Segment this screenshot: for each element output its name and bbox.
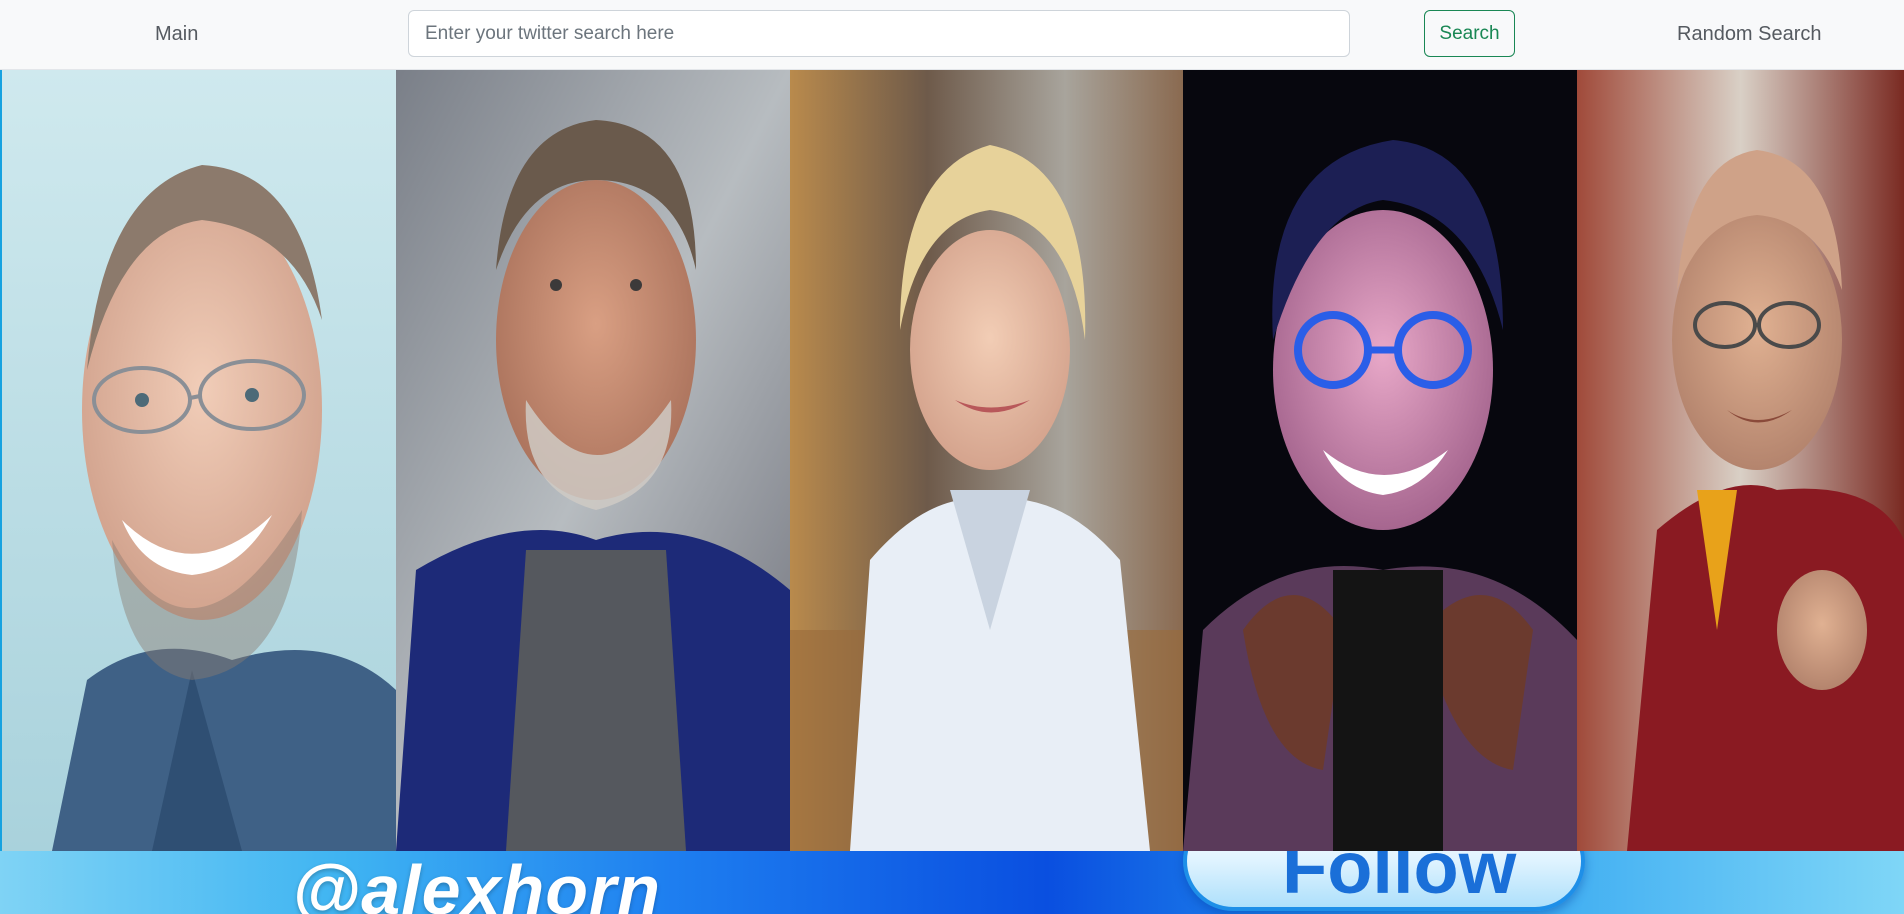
search-button[interactable]: Search [1424, 10, 1515, 57]
portrait-2-image [396, 70, 790, 851]
follow-banner[interactable]: @alexhorn Follow [0, 851, 1904, 914]
banner-handle-text: @alexhorn [292, 851, 662, 914]
portrait-2[interactable] [396, 70, 790, 851]
portrait-5-image [1577, 70, 1904, 851]
search-input[interactable] [408, 10, 1350, 57]
portrait-5[interactable] [1577, 70, 1904, 851]
portrait-gallery [0, 70, 1904, 851]
portrait-1-image [2, 70, 396, 851]
portrait-4-image [1183, 70, 1577, 851]
random-search-link[interactable]: Random Search [1677, 23, 1822, 46]
top-navbar: Main Search Random Search [0, 0, 1904, 70]
portrait-3[interactable] [790, 70, 1183, 851]
banner-follow-text: Follow [1282, 851, 1517, 909]
portrait-1[interactable] [2, 70, 396, 851]
portrait-3-image [790, 70, 1183, 851]
portrait-4[interactable] [1183, 70, 1577, 851]
main-link[interactable]: Main [155, 23, 198, 46]
